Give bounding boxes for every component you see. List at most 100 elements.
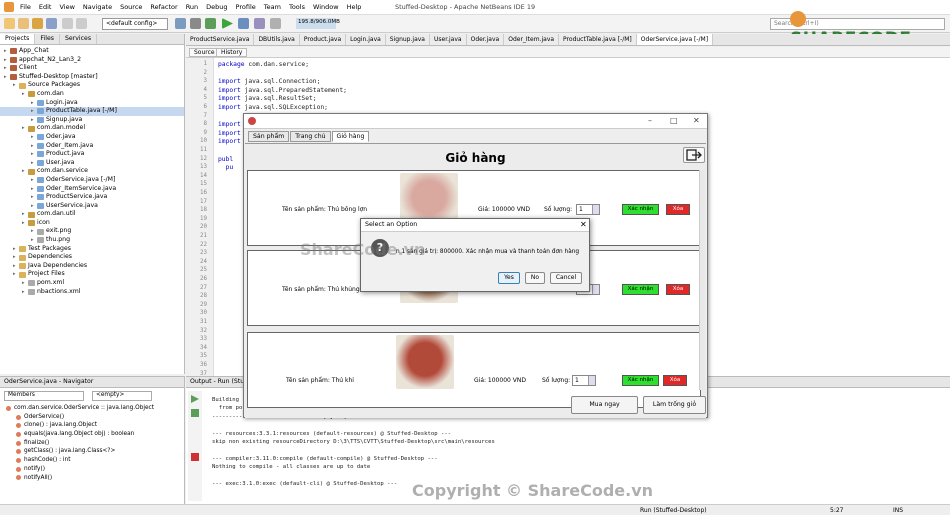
close-icon[interactable]: ✕ [693,116,700,125]
panel-tab-files[interactable]: Files [35,34,60,44]
confirm-button[interactable]: Xác nhận [622,284,659,295]
delete-button[interactable]: Xóa [666,204,690,215]
cart-scrollbar[interactable] [699,170,705,390]
editor-tab[interactable]: OderService.java [-/M] [636,34,714,45]
rerun-goals-icon[interactable] [191,409,199,417]
spinner-arrows-icon[interactable] [588,376,595,385]
tree-node[interactable]: ▸ Product.java [0,150,184,159]
tree-node[interactable]: ▸ App_Chat [0,47,184,56]
menu-item-edit[interactable]: Edit [39,3,52,11]
dialog-no-button[interactable]: No [525,272,545,284]
menu-item-team[interactable]: Team [264,3,281,11]
navigator-item[interactable]: getClass() : java.lang.Class<?> [6,447,154,456]
navigator-item[interactable]: hashCode() : int [6,456,154,465]
dialog-yes-button[interactable]: Yes [498,272,520,284]
tree-node[interactable]: ▸ com.dan.util [0,210,184,219]
tree-node[interactable]: ▸ exit.png [0,227,184,236]
exit-button[interactable] [683,147,705,163]
confirm-button[interactable]: Xác nhận [622,375,659,386]
tree-node[interactable]: ▸ com.dan.service [0,167,184,176]
build-icon[interactable] [190,18,201,29]
editor-tab[interactable]: User.java [429,34,467,45]
stop-icon[interactable] [191,453,199,461]
navigator-members-select[interactable]: Members [4,391,84,401]
menu-item-tools[interactable]: Tools [289,3,305,11]
history-view-button[interactable]: History [216,48,248,57]
tree-node[interactable]: ▸ Project Files [0,270,184,279]
tree-node[interactable]: ▸ OderService.java [-/M] [0,176,184,185]
tree-node[interactable]: ▸ Client [0,64,184,73]
navigator-filter-select[interactable]: <empty> [92,391,152,401]
menu-item-help[interactable]: Help [347,3,362,11]
menu-item-profile[interactable]: Profile [236,3,256,11]
tree-node[interactable]: ▸ icon [0,219,184,228]
tree-node[interactable]: ▸ Java Dependencies [0,262,184,271]
settings-icon[interactable] [175,18,186,29]
navigator-item[interactable]: equals(java.lang.Object obj) : boolean [6,430,154,439]
quantity-spinner[interactable]: 1 [572,375,596,386]
rerun-icon[interactable] [191,395,199,403]
redo-icon[interactable] [76,18,87,29]
editor-tab[interactable]: ProductTable.java [-/M] [559,34,637,45]
tree-node[interactable]: ▸ ProductTable.java [-/M] [0,107,184,116]
menu-item-view[interactable]: View [59,3,74,11]
config-select[interactable]: <default config> [102,18,168,30]
tree-node[interactable]: ▸ thu.png [0,236,184,245]
minimize-icon[interactable]: – [648,116,652,125]
save-all-icon[interactable] [46,18,57,29]
editor-tab[interactable]: ProductService.java [186,34,255,45]
tree-node[interactable]: ▸ com.dan.model [0,124,184,133]
tree-node[interactable]: ▸ Oder.java [0,133,184,142]
tree-node[interactable]: ▸ ProductService.java [0,193,184,202]
navigator-item[interactable]: OderService() [6,413,154,422]
open-project-icon[interactable] [32,18,43,29]
new-project-icon[interactable] [4,18,15,29]
menu-item-source[interactable]: Source [120,3,142,11]
app-tab[interactable]: Trang chủ [290,131,331,142]
editor-tab[interactable]: Oder_Item.java [504,34,560,45]
navigator-item[interactable]: notifyAll() [6,474,154,483]
menu-item-refactor[interactable]: Refactor [150,3,177,11]
spinner-arrows-icon[interactable] [592,285,599,294]
clean-build-icon[interactable] [205,18,216,29]
tree-node[interactable]: ▸ Oder_Item.java [0,142,184,151]
tree-node[interactable]: ▸ Login.java [0,99,184,108]
panel-tab-services[interactable]: Services [60,34,98,44]
editor-tab[interactable]: Product.java [299,34,347,45]
debug-icon[interactable] [238,18,249,29]
tree-node[interactable]: ▸ Stuffed-Desktop [master] [0,73,184,82]
navigator-item[interactable]: clone() : java.lang.Object [6,421,154,430]
undo-icon[interactable] [62,18,73,29]
tree-node[interactable]: ▸ Test Packages [0,245,184,254]
dialog-close-icon[interactable]: ✕ [580,220,587,229]
tree-node[interactable]: ▸ Signup.java [0,116,184,125]
buy-now-button[interactable]: Mua ngay [571,396,638,414]
profile-icon[interactable] [254,18,265,29]
tree-node[interactable]: ▸ UserService.java [0,202,184,211]
tree-node[interactable]: ▸ Source Packages [0,81,184,90]
menu-item-file[interactable]: File [20,3,31,11]
menu-item-debug[interactable]: Debug [206,3,227,11]
editor-tab[interactable]: Signup.java [385,34,430,45]
clear-cart-button[interactable]: Làm trống giỏ [643,396,706,414]
editor-tab[interactable]: DBUtils.java [254,34,300,45]
run-icon[interactable] [222,18,233,29]
new-file-icon[interactable] [18,18,29,29]
menu-item-window[interactable]: Window [313,3,339,11]
attach-debugger-icon[interactable] [270,18,281,29]
maximize-icon[interactable]: □ [670,116,678,125]
tree-node[interactable]: ▸ com.dan [0,90,184,99]
navigator-item[interactable]: finalize() [6,439,154,448]
dialog-cancel-button[interactable]: Cancel [550,272,582,284]
delete-button[interactable]: Xóa [666,284,690,295]
spinner-arrows-icon[interactable] [592,205,599,214]
navigator-item[interactable]: com.dan.service.OderService :: java.lang… [6,404,154,413]
delete-button[interactable]: Xóa [663,375,687,386]
tree-node[interactable]: ▸ Oder_ItemService.java [0,185,184,194]
quantity-spinner[interactable]: 1 [576,204,600,215]
tree-node[interactable]: ▸ User.java [0,159,184,168]
app-tab[interactable]: Sản phẩm [248,131,290,142]
app-tab[interactable]: Giỏ hàng [331,131,370,142]
status-run[interactable]: Run (Stuffed-Desktop) [640,507,707,514]
navigator-item[interactable]: notify() [6,465,154,474]
